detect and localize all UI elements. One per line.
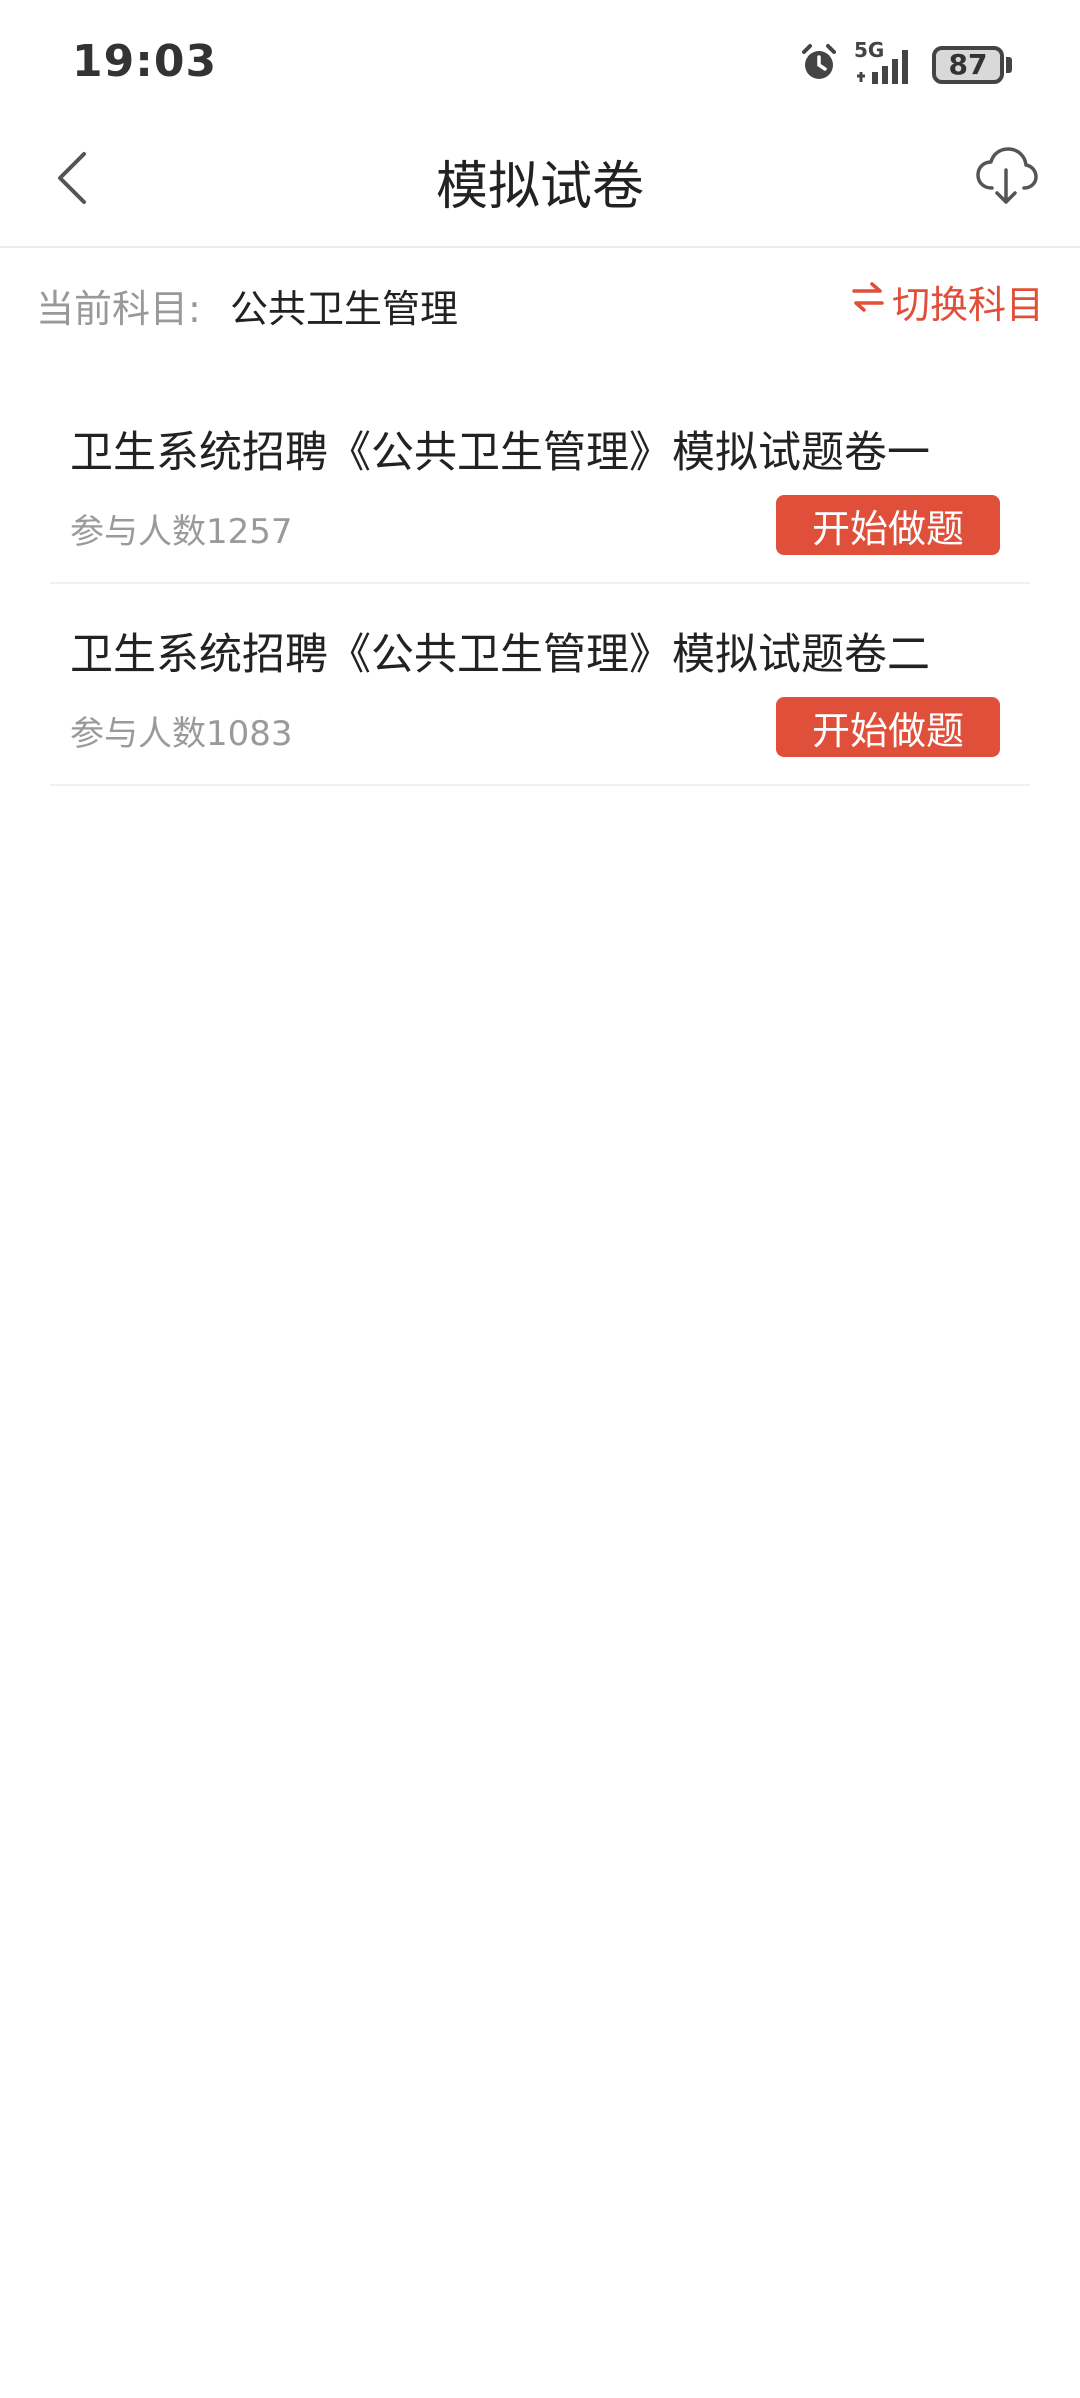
switch-subject-button[interactable]: 切换科目 — [850, 274, 1044, 329]
paper-list: 卫生系统招聘《公共卫生管理》模拟试题卷一 参与人数1257 开始做题 卫生系统招… — [0, 382, 1080, 786]
switch-subject-label: 切换科目 — [891, 283, 1044, 327]
battery-cap — [1006, 57, 1012, 73]
participants-count: 参与人数1257 — [70, 512, 293, 552]
paper-title: 卫生系统招聘《公共卫生管理》模拟试题卷一 — [70, 428, 930, 478]
status-time: 19:03 — [72, 36, 218, 87]
nav-bar: 模拟试卷 — [0, 120, 1080, 248]
alarm-icon — [798, 42, 840, 88]
battery-body: 87 — [932, 46, 1004, 84]
start-quiz-button[interactable]: 开始做题 — [776, 697, 1000, 757]
status-bar: 19:03 5G 87 — [0, 0, 1080, 120]
participants-count: 参与人数1083 — [70, 714, 293, 754]
list-item[interactable]: 卫生系统招聘《公共卫生管理》模拟试题卷二 参与人数1083 开始做题 — [50, 584, 1030, 786]
start-quiz-button[interactable]: 开始做题 — [776, 495, 1000, 555]
paper-title: 卫生系统招聘《公共卫生管理》模拟试题卷二 — [70, 630, 930, 680]
signal-icon: 5G — [854, 38, 918, 88]
cloud-download-icon — [974, 144, 1038, 212]
battery-level: 87 — [948, 48, 988, 81]
battery-icon: 87 — [932, 46, 1012, 84]
download-button[interactable] — [968, 140, 1044, 216]
status-icons: 5G 87 — [798, 38, 1012, 90]
subject-value: 公共卫生管理 — [230, 287, 459, 331]
page-title: 模拟试卷 — [435, 157, 644, 217]
list-item[interactable]: 卫生系统招聘《公共卫生管理》模拟试题卷一 参与人数1257 开始做题 — [50, 382, 1030, 584]
subject-label: 当前科目: — [36, 287, 201, 331]
subject-bar: 当前科目: 公共卫生管理 切换科目 — [0, 248, 1080, 358]
swap-arrows-icon — [850, 279, 886, 324]
